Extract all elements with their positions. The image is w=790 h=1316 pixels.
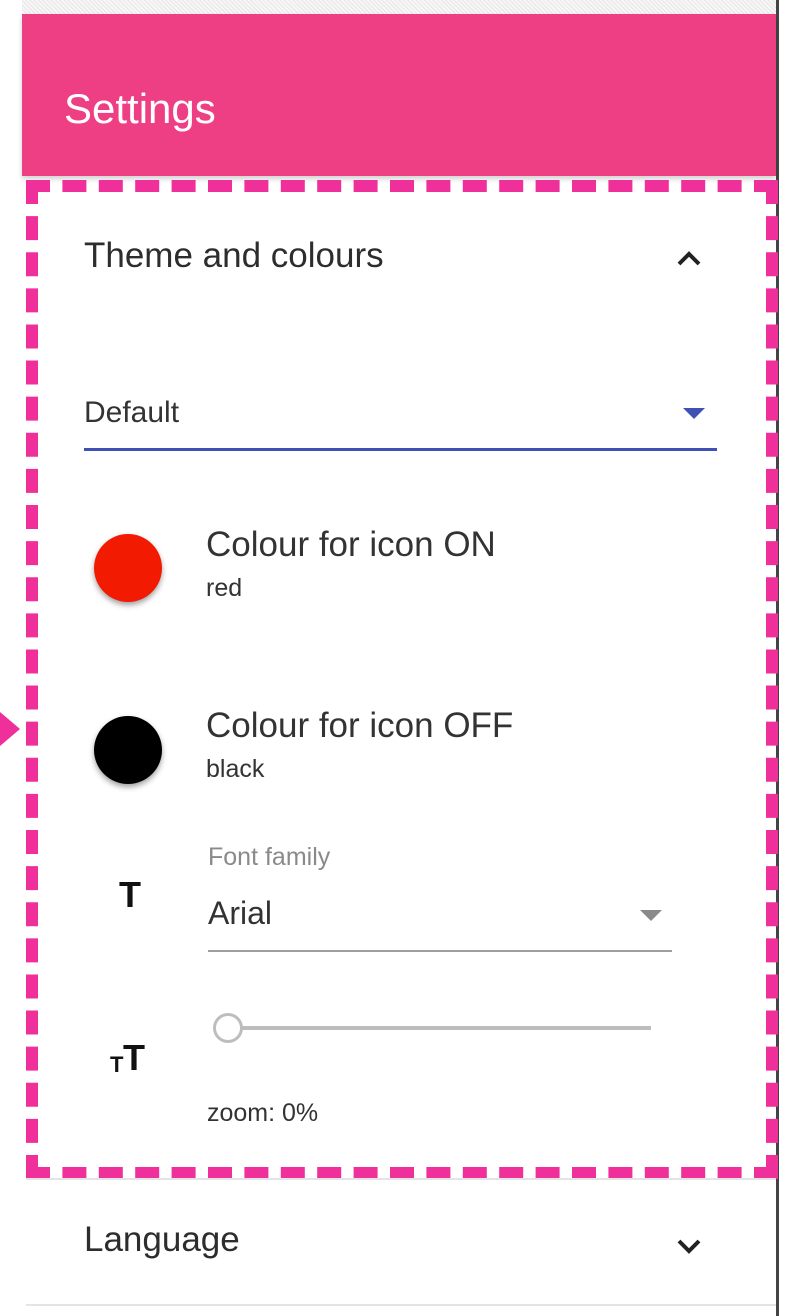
icon-on-label: Colour for icon ON <box>206 525 496 564</box>
callout-arrow-icon <box>0 712 20 746</box>
language-section-header[interactable]: Language <box>84 1222 240 1257</box>
section-divider <box>26 1178 776 1180</box>
slider-thumb[interactable] <box>213 1013 243 1043</box>
select-underline <box>208 950 672 952</box>
slider-track[interactable] <box>215 1026 651 1030</box>
font-family-label: Font family <box>208 843 331 871</box>
top-strip <box>22 0 778 14</box>
dropdown-arrow-icon <box>683 408 705 419</box>
chevron-down-icon[interactable] <box>674 1234 704 1258</box>
text-icon: T <box>119 874 141 915</box>
icon-off-value: black <box>206 755 265 783</box>
color-swatch-on[interactable] <box>94 534 162 602</box>
select-underline <box>84 448 717 451</box>
theme-section-header[interactable]: Theme and colours <box>84 238 384 273</box>
chevron-up-icon[interactable] <box>674 247 704 271</box>
zoom-label: zoom: 0% <box>207 1099 319 1127</box>
page-title: Settings <box>64 85 216 132</box>
dropdown-arrow-icon <box>640 910 662 921</box>
icon-on-value: red <box>206 574 243 602</box>
font-family-value: Arial <box>208 895 273 931</box>
icon-off-label: Colour for icon OFF <box>206 706 514 745</box>
theme-select-value: Default <box>84 396 180 429</box>
section-divider <box>26 1304 776 1306</box>
app-bar: Settings <box>22 14 776 176</box>
color-swatch-off[interactable] <box>94 716 162 784</box>
